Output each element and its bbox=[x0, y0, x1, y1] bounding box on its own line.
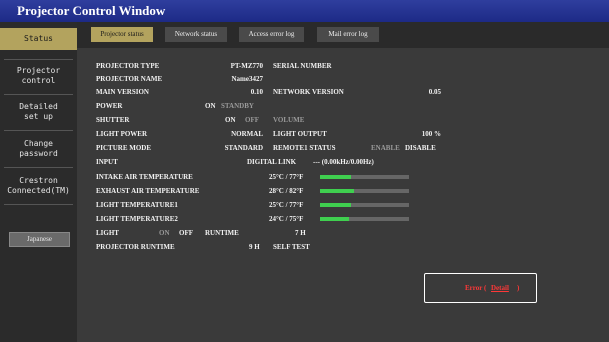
light-temp2-value: 24°C / 75°F bbox=[269, 215, 304, 223]
row-input: INPUT DIGITAL LINK --- (0.00kHz/0.00Hz) bbox=[89, 156, 444, 169]
light-runtime-value: 7 H bbox=[295, 229, 306, 237]
light-output-label: LIGHT OUTPUT bbox=[273, 130, 327, 138]
sidebar-item-detailed-set-up[interactable]: Detailed set up bbox=[0, 102, 77, 124]
light-runtime-label: RUNTIME bbox=[205, 229, 239, 237]
tab-bar: Projector status Network status Access e… bbox=[77, 22, 609, 48]
self-test-detail-link[interactable]: Detail bbox=[491, 284, 509, 292]
intake-temp-label: INTAKE AIR TEMPERATURE bbox=[96, 173, 193, 181]
light-power-value: NORMAL bbox=[231, 130, 263, 138]
projector-runtime-label: PROJECTOR RUNTIME bbox=[96, 243, 175, 251]
sidebar-item-status[interactable]: Status bbox=[0, 28, 77, 50]
row-exhaust-temp: EXHAUST AIR TEMPERATURE 28°C / 82°F bbox=[89, 185, 444, 198]
tab-access-error-log[interactable]: Access error log bbox=[239, 27, 304, 42]
tab-network-status[interactable]: Network status bbox=[165, 27, 227, 42]
tab-mail-error-log[interactable]: Mail error log bbox=[317, 27, 379, 42]
light-label: LIGHT bbox=[96, 229, 119, 237]
divider bbox=[4, 167, 73, 168]
remote1-disable: DISABLE bbox=[405, 144, 436, 152]
row-power: POWER ON STANDBY bbox=[89, 100, 444, 113]
projector-type-label: PROJECTOR TYPE bbox=[96, 62, 160, 70]
light-temp2-bar bbox=[320, 217, 409, 221]
remote1-enable: ENABLE bbox=[371, 144, 400, 152]
picture-mode-value: STANDARD bbox=[224, 144, 263, 152]
japanese-language-button[interactable]: Japanese bbox=[9, 232, 70, 247]
row-shutter: SHUTTER ON OFF VOLUME bbox=[89, 114, 444, 127]
projector-type-value: PT-MZ770 bbox=[230, 62, 263, 70]
network-version-value: 0.05 bbox=[428, 88, 441, 96]
main-version-label: MAIN VERSION bbox=[96, 88, 149, 96]
light-temp1-value: 25°C / 77°F bbox=[269, 201, 304, 209]
shutter-on: ON bbox=[225, 116, 236, 124]
picture-mode-label: PICTURE MODE bbox=[96, 144, 152, 152]
light-temp1-bar-fill bbox=[320, 203, 352, 207]
exhaust-temp-bar bbox=[320, 189, 409, 193]
input-signal: --- (0.00kHz/0.00Hz) bbox=[313, 158, 374, 166]
light-off: OFF bbox=[179, 229, 193, 237]
exhaust-temp-label: EXHAUST AIR TEMPERATURE bbox=[96, 187, 200, 195]
projector-name-label: PROJECTOR NAME bbox=[96, 75, 163, 83]
serial-number-label: SERIAL NUMBER bbox=[273, 62, 332, 70]
row-projector-name: PROJECTOR NAME Name3427 bbox=[89, 73, 444, 86]
power-on: ON bbox=[205, 102, 216, 110]
light-on: ON bbox=[159, 229, 170, 237]
row-light-temp2: LIGHT TEMPERATURE2 24°C / 75°F bbox=[89, 213, 444, 226]
intake-temp-bar bbox=[320, 175, 409, 179]
intake-temp-bar-fill bbox=[320, 175, 352, 179]
light-output-value: 100 % bbox=[421, 130, 441, 138]
sidebar: Status Projector control Detailed set up… bbox=[0, 22, 77, 342]
main-version-value: 0.10 bbox=[250, 88, 263, 96]
tab-projector-status[interactable]: Projector status bbox=[91, 27, 153, 42]
self-test-error-text: Error ( bbox=[465, 284, 487, 292]
row-picture-mode: PICTURE MODE STANDARD REMOTE1 STATUS ENA… bbox=[89, 142, 444, 155]
exhaust-temp-bar-fill bbox=[320, 189, 354, 193]
volume-label: VOLUME bbox=[273, 116, 305, 124]
light-temp1-bar bbox=[320, 203, 409, 207]
input-label: INPUT bbox=[96, 158, 118, 166]
projector-name-value: Name3427 bbox=[231, 75, 264, 83]
shutter-off: OFF bbox=[245, 116, 259, 124]
status-table: PROJECTOR TYPE PT-MZ770 SERIAL NUMBER PR… bbox=[89, 56, 444, 300]
row-intake-temp: INTAKE AIR TEMPERATURE 25°C / 77°F bbox=[89, 171, 444, 184]
row-light-power: LIGHT POWER NORMAL LIGHT OUTPUT 100 % bbox=[89, 128, 444, 141]
main-panel: Projector status Network status Access e… bbox=[77, 22, 609, 342]
row-main-version: MAIN VERSION 0.10 NETWORK VERSION 0.05 bbox=[89, 86, 444, 99]
divider bbox=[4, 59, 73, 60]
exhaust-temp-value: 28°C / 82°F bbox=[269, 187, 304, 195]
intake-temp-value: 25°C / 77°F bbox=[269, 173, 304, 181]
divider bbox=[4, 94, 73, 95]
shutter-label: SHUTTER bbox=[96, 116, 130, 124]
power-standby: STANDBY bbox=[221, 102, 254, 110]
sidebar-item-projector-control[interactable]: Projector control bbox=[0, 66, 77, 88]
self-test-close-paren: ) bbox=[517, 284, 520, 292]
light-power-label: LIGHT POWER bbox=[96, 130, 148, 138]
remote1-status-label: REMOTE1 STATUS bbox=[273, 144, 336, 152]
network-version-label: NETWORK VERSION bbox=[273, 88, 344, 96]
window-title: Projector Control Window bbox=[0, 0, 609, 22]
light-temp1-label: LIGHT TEMPERATURE1 bbox=[96, 201, 178, 209]
light-temp2-label: LIGHT TEMPERATURE2 bbox=[96, 215, 178, 223]
input-value: DIGITAL LINK bbox=[247, 158, 297, 166]
divider bbox=[4, 130, 73, 131]
sidebar-item-crestron-connected[interactable]: Crestron Connected(TM) bbox=[0, 176, 77, 198]
row-projector-type: PROJECTOR TYPE PT-MZ770 SERIAL NUMBER bbox=[89, 60, 444, 73]
projector-runtime-value: 9 H bbox=[249, 243, 260, 251]
power-label: POWER bbox=[96, 102, 123, 110]
self-test-label: SELF TEST bbox=[273, 243, 310, 251]
divider bbox=[4, 204, 73, 205]
row-light: LIGHT ON OFF RUNTIME 7 H bbox=[89, 227, 444, 240]
row-projector-runtime: PROJECTOR RUNTIME 9 H SELF TEST bbox=[89, 241, 444, 254]
sidebar-item-change-password[interactable]: Change password bbox=[0, 139, 77, 161]
light-temp2-bar-fill bbox=[320, 217, 350, 221]
row-light-temp1: LIGHT TEMPERATURE1 25°C / 77°F bbox=[89, 199, 444, 212]
